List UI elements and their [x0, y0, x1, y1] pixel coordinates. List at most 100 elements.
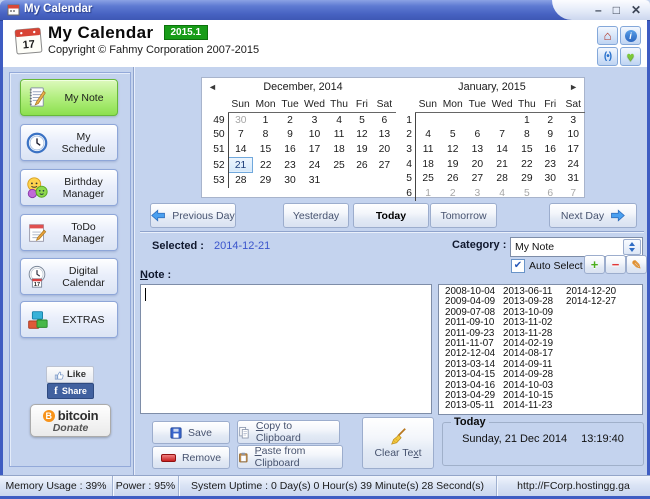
minimize-button[interactable]: –: [595, 3, 602, 17]
previous-day-button[interactable]: Previous Day: [150, 203, 236, 228]
calendar-day[interactable]: 3: [302, 113, 327, 128]
save-button[interactable]: Save: [152, 421, 230, 444]
sidebar-item-digital-calendar[interactable]: 17 Digital Calendar: [20, 258, 118, 295]
calendar-day[interactable]: 8: [515, 128, 539, 143]
calendar-day[interactable]: 27: [465, 171, 489, 186]
calendar-day[interactable]: 4: [415, 128, 440, 143]
calendar-day[interactable]: 13: [373, 128, 396, 143]
close-button[interactable]: ✕: [631, 3, 641, 17]
calendar-day[interactable]: 5: [440, 128, 465, 143]
calendar-day[interactable]: 24: [561, 157, 585, 172]
sidebar-item-birthday-manager[interactable]: Birthday Manager: [20, 169, 118, 206]
calendar-day[interactable]: 30: [539, 171, 561, 186]
calendar-day[interactable]: 27: [373, 157, 396, 173]
facebook-like-button[interactable]: Like: [46, 366, 94, 383]
checkbox-checked-icon[interactable]: ✔: [511, 259, 525, 273]
today-button[interactable]: Today: [353, 203, 429, 228]
category-select[interactable]: My Note: [510, 237, 643, 257]
tomorrow-button[interactable]: Tomorrow: [430, 203, 497, 228]
bitcoin-donate-button[interactable]: B bitcoin Donate: [30, 404, 111, 437]
calendar-day[interactable]: 9: [278, 128, 302, 143]
calendar-day[interactable]: 25: [327, 157, 351, 173]
calendar-day[interactable]: 3: [561, 113, 585, 128]
calendar-day[interactable]: 10: [561, 128, 585, 143]
calendar-day[interactable]: 23: [539, 157, 561, 172]
calendar-day[interactable]: 5: [515, 186, 539, 201]
calendar-day[interactable]: 14: [489, 142, 514, 157]
calendar-day[interactable]: 31: [561, 171, 585, 186]
home-button[interactable]: ⌂: [597, 26, 618, 45]
note-input[interactable]: [140, 284, 432, 414]
clear-text-button[interactable]: Clear Text: [362, 417, 434, 469]
donate-heart-button[interactable]: ♥: [620, 47, 641, 66]
calendar-day[interactable]: 1: [415, 186, 440, 201]
calendar-day[interactable]: 7: [489, 128, 514, 143]
next-day-button[interactable]: Next Day: [549, 203, 637, 228]
calendar-day[interactable]: 29: [515, 171, 539, 186]
calendar-day[interactable]: 19: [351, 142, 373, 157]
calendar-day[interactable]: 2: [278, 113, 302, 128]
paste-from-clipboard-button[interactable]: Paste from Clipboard: [237, 445, 343, 469]
saved-dates-list[interactable]: 2008-10-04 2009-04-09 2009-07-08 2011-09-10…: [438, 284, 643, 415]
calendar-day[interactable]: 29: [253, 173, 278, 188]
calendar-day[interactable]: 7: [561, 186, 585, 201]
sidebar-item-todo-manager[interactable]: ToDo Manager: [20, 214, 118, 251]
sidebar-item-my-note[interactable]: My Note: [20, 79, 118, 116]
calendar-day[interactable]: 6: [373, 113, 396, 128]
calendar-day[interactable]: 17: [302, 142, 327, 157]
yesterday-button[interactable]: Yesterday: [283, 203, 349, 228]
info-button[interactable]: i: [620, 26, 641, 45]
calendar-day[interactable]: 12: [351, 128, 373, 143]
calendar-day[interactable]: 17: [561, 142, 585, 157]
calendar-day[interactable]: 15: [515, 142, 539, 157]
support-button[interactable]: (•): [597, 47, 618, 66]
calendar-day[interactable]: 1: [253, 113, 278, 128]
sidebar-item-my-schedule[interactable]: My Schedule: [20, 124, 118, 161]
calendar-day[interactable]: 9: [539, 128, 561, 143]
calendar-day[interactable]: 19: [440, 157, 465, 172]
add-category-button[interactable]: +: [584, 255, 605, 274]
calendar-day[interactable]: 30: [228, 113, 253, 128]
date-list-item[interactable]: 2014-11-23: [503, 401, 553, 412]
calendar-day[interactable]: 5: [351, 113, 373, 128]
calendar-day[interactable]: 31: [302, 173, 327, 188]
calendar-day[interactable]: 6: [465, 128, 489, 143]
calendar-day[interactable]: 2: [539, 113, 561, 128]
calendar-day[interactable]: 2: [440, 186, 465, 201]
calendar-day[interactable]: 24: [302, 157, 327, 173]
calendar-day[interactable]: 20: [373, 142, 396, 157]
calendar-day[interactable]: 18: [327, 142, 351, 157]
calendar-day[interactable]: 14: [228, 142, 253, 157]
calendar-day[interactable]: 11: [327, 128, 351, 143]
calendar-day[interactable]: 30: [278, 173, 302, 188]
calendar-day[interactable]: 22: [515, 157, 539, 172]
calendar-day[interactable]: 8: [253, 128, 278, 143]
date-list-item[interactable]: 2014-12-27: [566, 296, 616, 307]
facebook-share-button[interactable]: f Share: [47, 383, 94, 399]
auto-select-checkbox-row[interactable]: ✔ Auto Select: [511, 259, 583, 273]
calendar-day[interactable]: 16: [278, 142, 302, 157]
remove-category-button[interactable]: −: [605, 255, 626, 274]
remove-button[interactable]: Remove: [152, 446, 230, 469]
calendar-day[interactable]: 4: [327, 113, 351, 128]
calendar-day[interactable]: 26: [351, 157, 373, 173]
calendar-day[interactable]: 21: [489, 157, 514, 172]
calendar-day[interactable]: 3: [465, 186, 489, 201]
calendar-day[interactable]: 22: [253, 157, 278, 173]
calendar-day[interactable]: 6: [539, 186, 561, 201]
calendar-day[interactable]: 25: [415, 171, 440, 186]
calendar-day[interactable]: 15: [253, 142, 278, 157]
calendar-day[interactable]: 10: [302, 128, 327, 143]
title-bar[interactable]: My Calendar – □ ✕: [0, 0, 650, 21]
calendar-day[interactable]: 1: [515, 113, 539, 128]
calendar-day[interactable]: 28: [489, 171, 514, 186]
calendar-day[interactable]: 7: [228, 128, 253, 143]
spinner-icon[interactable]: [623, 239, 641, 255]
status-url[interactable]: http://FCorp.hostingg.ga: [497, 476, 650, 496]
calendar-day-selected[interactable]: 21: [227, 156, 254, 174]
calendar-day[interactable]: 16: [539, 142, 561, 157]
calendar-day[interactable]: 28: [228, 173, 253, 188]
calendar-day[interactable]: 18: [415, 157, 440, 172]
calendar-day[interactable]: 12: [440, 142, 465, 157]
calendar-day[interactable]: 23: [278, 157, 302, 173]
